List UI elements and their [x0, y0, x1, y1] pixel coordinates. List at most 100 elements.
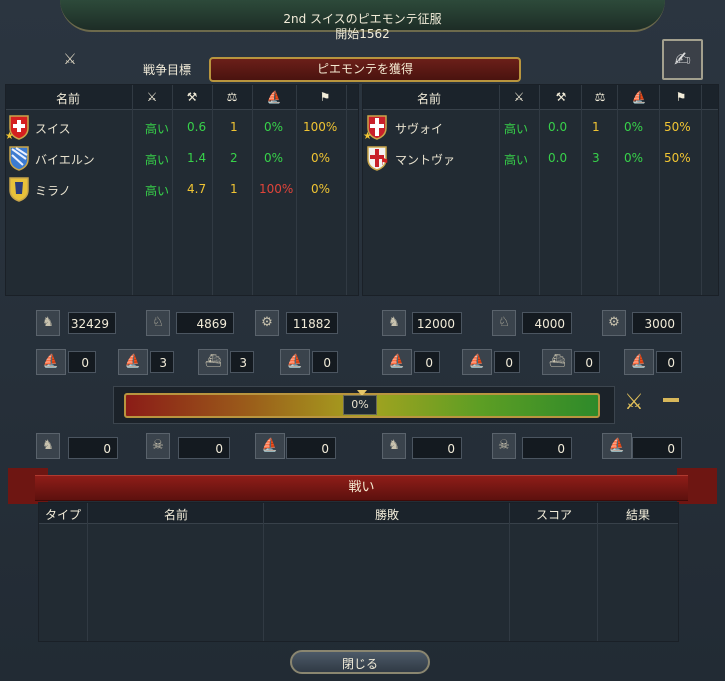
- light-ship-icon: ⛵: [462, 349, 492, 375]
- col-name: 名前: [55, 92, 80, 106]
- artillery-count: 11882: [286, 312, 338, 334]
- light-ship-icon: ⛵: [118, 349, 148, 375]
- cavalry-losses-icon: ☠: [146, 433, 170, 459]
- negotiate-button[interactable]: ✍: [662, 39, 703, 80]
- soldier-icon: ⚑: [319, 90, 331, 104]
- ships-value: 0%: [624, 120, 644, 134]
- cavalry-icon: ♘: [492, 310, 516, 336]
- war-goal-box[interactable]: ピエモンテを獲得: [209, 57, 521, 82]
- soldier-value: 0%: [311, 151, 331, 165]
- participation-value: 高い: [504, 153, 529, 167]
- cavalry-losses-icon: ☠: [492, 433, 516, 459]
- table-row[interactable]: バイエルン 高い 1.4 2 0% 0%: [5, 145, 357, 176]
- ships-value: 0%: [264, 120, 284, 134]
- battle-swords-icon: ⚔: [624, 390, 644, 415]
- country-name: ミラノ: [35, 184, 71, 198]
- table-row[interactable]: ★ サヴォイ 高い 0.0 1 0% 50%: [362, 114, 717, 145]
- ships-icon: ⛵: [266, 90, 282, 104]
- transport-icon: ⛵: [624, 349, 654, 375]
- scale-value: 1: [230, 120, 238, 134]
- col-name: 名前: [416, 92, 441, 106]
- defenders-header: 名前 ⚔ ⚒ ⚖ ⛵ ⚑: [363, 85, 718, 110]
- losses-value: 0.0: [548, 151, 568, 165]
- artillery-icon: ⚙: [255, 310, 279, 336]
- cavalry-icon: ♘: [146, 310, 170, 336]
- soldier-value: 0%: [311, 182, 331, 196]
- country-name: サヴォイ: [395, 122, 444, 136]
- ship-losses: 0: [286, 437, 336, 459]
- flag-marker-icon: ⚑: [380, 157, 389, 168]
- soldier-value: 50%: [664, 151, 691, 165]
- ships-value: 0%: [264, 151, 284, 165]
- army-losses-icon: ⚒: [555, 90, 567, 104]
- participation-icon: ⚔: [513, 90, 525, 104]
- bavaria-flag-icon: [9, 146, 29, 171]
- losses-value: 1.4: [187, 151, 207, 165]
- galley-icon: ⛴: [198, 349, 228, 375]
- scale-value: 1: [230, 182, 238, 196]
- col-outcome: 結果: [625, 508, 650, 522]
- scale-value: 2: [230, 151, 238, 165]
- table-row[interactable]: ★ スイス 高い 0.6 1 0% 100%: [5, 114, 357, 145]
- close-button[interactable]: 閉じる: [290, 650, 430, 674]
- infantry-icon: ♞: [382, 310, 406, 336]
- ship-losses-icon: ⛵: [255, 433, 285, 459]
- cavalry-losses: 0: [178, 437, 230, 459]
- participation-value: 高い: [145, 153, 170, 167]
- army-losses-icon: ⚒: [186, 90, 198, 104]
- leader-star-icon: ★: [5, 131, 14, 142]
- col-name: 名前: [163, 508, 188, 522]
- table-row[interactable]: ミラノ 高い 4.7 1 100% 0%: [5, 176, 357, 207]
- col-result: 勝敗: [374, 508, 399, 522]
- battles-header: タイプ 名前 勝敗 スコア 結果: [39, 503, 678, 524]
- infantry-losses-icon: ♞: [382, 433, 406, 459]
- scale-icon: ⚖: [594, 90, 606, 104]
- leader-star-icon: ★: [363, 131, 372, 142]
- losses-value: 0.6: [187, 120, 207, 134]
- losses-value: 0.0: [548, 120, 568, 134]
- heavy-ship-count: 0: [414, 351, 440, 373]
- infantry-count: 32429: [68, 312, 116, 334]
- cavalry-losses: 0: [522, 437, 572, 459]
- battles-title: 戦い: [35, 475, 688, 501]
- soldier-value: 100%: [303, 120, 338, 134]
- participation-value: 高い: [145, 122, 170, 136]
- ships-value: 0%: [624, 151, 644, 165]
- warscore-toggle[interactable]: [663, 398, 679, 402]
- infantry-losses-icon: ♞: [36, 433, 60, 459]
- milan-flag-icon: [9, 177, 29, 202]
- transport-count: 0: [656, 351, 682, 373]
- battles-table: タイプ 名前 勝敗 スコア 結果: [38, 502, 679, 642]
- cavalry-count: 4869: [176, 312, 234, 334]
- galley-count: 3: [230, 351, 254, 373]
- heavy-ship-icon: ⛵: [36, 349, 66, 375]
- cavalry-count: 4000: [522, 312, 572, 334]
- infantry-losses: 0: [412, 437, 462, 459]
- ships-icon: ⛵: [631, 90, 647, 104]
- war-start-date: 開始1562: [335, 27, 390, 41]
- scale-icon: ⚖: [226, 90, 238, 104]
- country-name: マントヴァ: [395, 153, 456, 167]
- attackers-header: 名前 ⚔ ⚒ ⚖ ⛵ ⚑: [6, 85, 358, 110]
- artillery-count: 3000: [632, 312, 682, 334]
- infantry-count: 12000: [412, 312, 462, 334]
- artillery-icon: ⚙: [602, 310, 626, 336]
- col-type: タイプ: [44, 508, 81, 522]
- infantry-losses: 0: [68, 437, 118, 459]
- crossed-swords-icon: ⚔: [63, 50, 77, 68]
- transport-icon: ⛵: [280, 349, 310, 375]
- heavy-ship-icon: ⛵: [382, 349, 412, 375]
- galley-count: 0: [574, 351, 600, 373]
- scale-value: 1: [592, 120, 600, 134]
- ships-value: 100%: [259, 182, 294, 196]
- participation-icon: ⚔: [146, 90, 158, 104]
- table-row[interactable]: ⚑ マントヴァ 高い 0.0 3 0% 50%: [362, 145, 717, 176]
- participation-value: 高い: [504, 122, 529, 136]
- ship-losses: 0: [632, 437, 682, 459]
- heavy-ship-count: 0: [68, 351, 96, 373]
- country-name: スイス: [35, 122, 71, 136]
- soldier-value: 50%: [664, 120, 691, 134]
- participation-value: 高い: [145, 184, 170, 198]
- ship-losses-icon: ⛵: [602, 433, 632, 459]
- galley-icon: ⛴: [542, 349, 572, 375]
